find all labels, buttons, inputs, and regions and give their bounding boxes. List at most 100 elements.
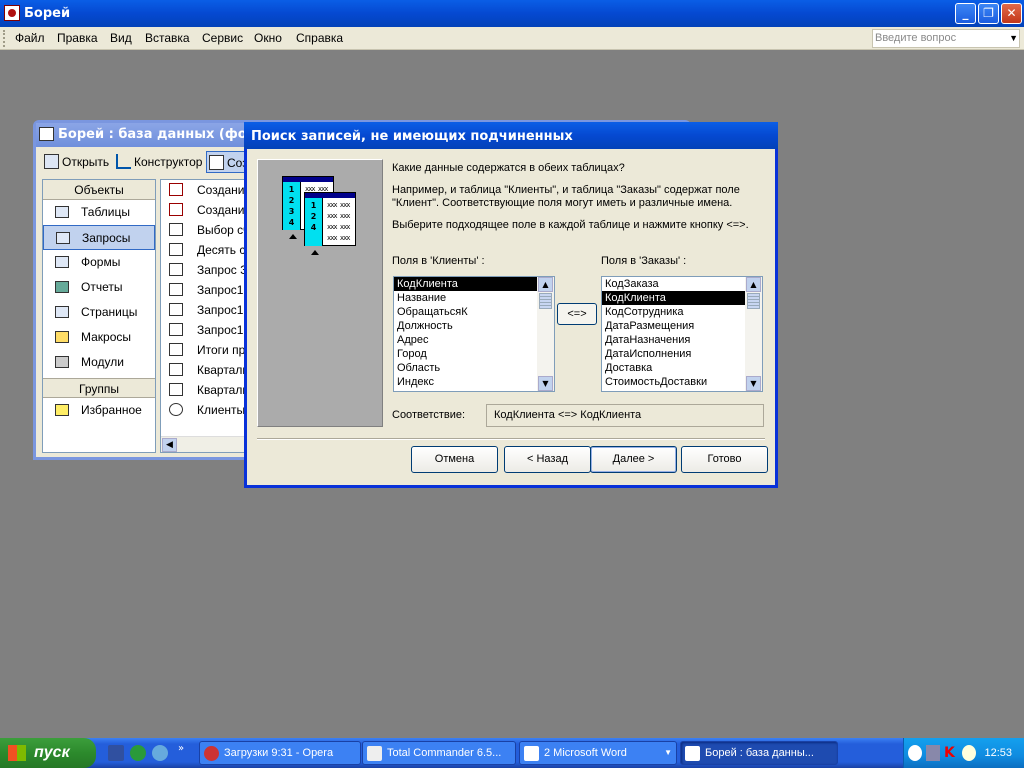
left-field-item[interactable]: Должность <box>394 319 537 333</box>
list-item[interactable]: Квартальн <box>161 360 249 380</box>
scroll-thumb[interactable] <box>747 293 760 309</box>
task-label: Загрузки 9:31 - Opera <box>224 747 334 759</box>
left-field-item[interactable]: КодКлиента <box>394 277 537 291</box>
right-field-item[interactable]: Доставка <box>602 361 745 375</box>
designer-button[interactable]: Конструктор <box>114 151 206 173</box>
task-word[interactable]: 2 Microsoft Word ▼ <box>519 741 677 765</box>
restore-button[interactable]: ❐ <box>978 3 999 24</box>
dialog-title-bar[interactable]: Поиск записей, не имеющих подчиненных <box>244 122 778 149</box>
chevron-down-icon[interactable]: ▼ <box>1009 30 1018 47</box>
cancel-button[interactable]: Отмена <box>411 446 498 473</box>
list-item[interactable]: Создание <box>161 180 249 200</box>
list-item-label: Запрос17 <box>197 303 250 317</box>
match-label: Соответствие: <box>392 409 466 421</box>
object-macros[interactable]: Макросы <box>43 325 155 350</box>
scroll-left-icon[interactable]: ◀ <box>162 438 177 452</box>
messenger-icon[interactable] <box>962 745 976 761</box>
right-fields-listbox[interactable]: КодЗаказа КодКлиента КодСотрудника ДатаР… <box>601 276 763 392</box>
left-field-item[interactable]: Город <box>394 347 537 361</box>
word-icon <box>524 746 539 761</box>
list-item[interactable]: Запрос16 <box>161 280 249 300</box>
create-wizard-icon <box>169 183 183 196</box>
right-field-item[interactable]: ДатаРазмещения <box>602 319 745 333</box>
list-item[interactable]: Запрос17 <box>161 320 249 340</box>
menu-edit[interactable]: Правка <box>57 31 98 45</box>
task-opera[interactable]: Загрузки 9:31 - Opera <box>199 741 361 765</box>
right-field-item[interactable]: КодСотрудника <box>602 305 745 319</box>
scroll-thumb[interactable] <box>539 293 552 309</box>
crosstab-icon <box>169 383 183 396</box>
horizontal-scrollbar[interactable]: ◀ <box>161 436 249 452</box>
scroll-up-icon[interactable]: ▲ <box>538 277 553 292</box>
media-player-icon[interactable] <box>130 745 146 761</box>
menu-view[interactable]: Вид <box>110 31 132 45</box>
scroll-down-icon[interactable]: ▼ <box>746 376 761 391</box>
object-queries[interactable]: Запросы <box>43 225 155 250</box>
list-item[interactable]: Запрос17 <box>161 300 249 320</box>
group-favorites[interactable]: Избранное <box>43 398 155 423</box>
start-label: пуск <box>34 744 70 761</box>
left-field-item[interactable]: Индекс <box>394 375 537 389</box>
next-button[interactable]: Далее > <box>590 446 677 473</box>
list-item[interactable]: Десять са <box>161 240 249 260</box>
left-listbox-scrollbar[interactable]: ▲ ▼ <box>537 277 554 391</box>
dialog-separator <box>257 438 765 440</box>
menu-window[interactable]: Окно <box>254 31 282 45</box>
task-label: 2 Microsoft Word <box>544 747 627 759</box>
antivirus-icon[interactable]: K <box>944 745 958 761</box>
app-icon[interactable] <box>4 5 20 21</box>
objects-header: Объекты <box>43 180 155 200</box>
list-item-label: Запрос16 <box>197 283 250 297</box>
left-fields-listbox[interactable]: КодКлиента Название ОбращатьсяК Должност… <box>393 276 555 392</box>
dialog-example-line2: "Клиент". Соответствующие поля могут име… <box>392 197 733 209</box>
list-item[interactable]: Запрос За <box>161 260 249 280</box>
menu-grip[interactable] <box>3 30 6 47</box>
list-item[interactable]: Выбор сче <box>161 220 249 240</box>
network-icon[interactable] <box>926 745 940 761</box>
menu-tools[interactable]: Сервис <box>202 31 243 45</box>
start-button[interactable]: пуск <box>0 738 96 768</box>
scroll-down-icon[interactable]: ▼ <box>538 376 553 391</box>
object-forms[interactable]: Формы <box>43 250 155 275</box>
back-button[interactable]: < Назад <box>504 446 591 473</box>
right-field-item[interactable]: СтоимостьДоставки <box>602 375 745 389</box>
chevron-left-icon[interactable] <box>908 745 922 761</box>
list-item[interactable]: Итоги про <box>161 340 249 360</box>
scroll-up-icon[interactable]: ▲ <box>746 277 761 292</box>
left-field-item[interactable]: Область <box>394 361 537 375</box>
menu-insert[interactable]: Вставка <box>145 31 190 45</box>
open-button[interactable]: Открыть <box>42 151 112 173</box>
object-reports[interactable]: Отчеты <box>43 275 155 300</box>
save-icon[interactable] <box>108 745 124 761</box>
right-listbox-scrollbar[interactable]: ▲ ▼ <box>745 277 762 391</box>
map-fields-button[interactable]: <=> <box>557 303 597 325</box>
right-field-item[interactable]: ДатаНазначения <box>602 333 745 347</box>
desktop-icon[interactable] <box>152 745 168 761</box>
right-field-item[interactable]: КодЗаказа <box>602 277 745 291</box>
right-field-item[interactable]: ДатаИсполнения <box>602 347 745 361</box>
menu-file[interactable]: Файл <box>15 31 45 45</box>
list-item[interactable]: Создание <box>161 200 249 220</box>
dialog-title: Поиск записей, не имеющих подчиненных <box>251 129 573 144</box>
left-field-item[interactable]: Название <box>394 291 537 305</box>
left-field-item[interactable]: ОбращатьсяК <box>394 305 537 319</box>
wizard-illustration: 1 2 3 4 xxx xxx 1 2 4 xxx xxx xxx xxx xx… <box>257 159 383 427</box>
left-field-item[interactable]: Адрес <box>394 333 537 347</box>
task-borei-database[interactable]: Борей : база данны... <box>680 741 838 765</box>
system-tray: K 12:53 <box>903 738 1024 768</box>
object-modules[interactable]: Модули <box>43 350 155 375</box>
list-item-label: Клиенты <box>197 403 246 417</box>
task-total-commander[interactable]: Total Commander 6.5... <box>362 741 516 765</box>
chevron-right-icon[interactable]: » <box>178 743 194 759</box>
object-pages[interactable]: Страницы <box>43 300 155 325</box>
list-item[interactable]: Клиенты <box>161 400 249 420</box>
menu-help[interactable]: Справка <box>296 31 343 45</box>
right-field-item[interactable]: КодКлиента <box>602 291 745 305</box>
close-button[interactable]: ✕ <box>1001 3 1022 24</box>
ask-question-input[interactable]: Введите вопрос ▼ <box>872 29 1020 48</box>
object-tables[interactable]: Таблицы <box>43 200 155 225</box>
list-item[interactable]: Квартальн <box>161 380 249 400</box>
finish-button[interactable]: Готово <box>681 446 768 473</box>
minimize-button[interactable]: _ <box>955 3 976 24</box>
chevron-down-icon[interactable]: ▼ <box>664 742 672 764</box>
